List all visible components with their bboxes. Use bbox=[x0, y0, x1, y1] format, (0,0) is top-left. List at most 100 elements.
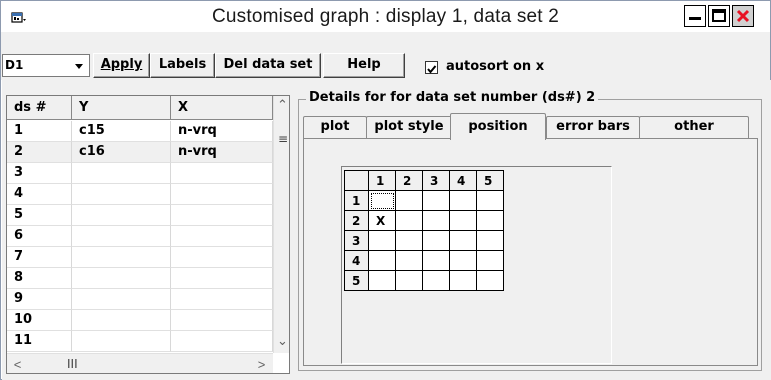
tab-position[interactable]: position bbox=[450, 113, 546, 140]
position-cell[interactable] bbox=[395, 270, 423, 291]
position-col-header: 3 bbox=[422, 170, 450, 191]
col-header-x[interactable]: X bbox=[171, 96, 273, 120]
autosort-checkbox[interactable] bbox=[425, 61, 438, 74]
position-cell[interactable] bbox=[476, 230, 504, 251]
app-window: Customised graph : display 1, data set 2… bbox=[0, 0, 771, 380]
cell-ds[interactable]: 4 bbox=[7, 184, 72, 205]
position-cell[interactable] bbox=[422, 210, 450, 231]
position-cell[interactable]: X bbox=[368, 210, 396, 231]
tab-plot-what[interactable]: plot what? bbox=[303, 116, 367, 153]
position-cell[interactable] bbox=[422, 230, 450, 251]
cell-x[interactable]: n-vrq bbox=[171, 142, 273, 163]
cell-x[interactable] bbox=[171, 268, 273, 289]
cell-y[interactable] bbox=[72, 268, 171, 289]
cell-x[interactable] bbox=[171, 310, 273, 331]
position-cell[interactable] bbox=[449, 210, 477, 231]
position-cell[interactable] bbox=[422, 250, 450, 271]
position-cell[interactable] bbox=[395, 190, 423, 211]
cell-ds[interactable]: 8 bbox=[7, 268, 72, 289]
hscroll-grip[interactable]: III bbox=[67, 357, 78, 371]
labels-label: Labels bbox=[158, 57, 207, 72]
position-cell[interactable] bbox=[449, 230, 477, 251]
cell-x[interactable]: n-vrq bbox=[171, 121, 273, 142]
chevron-down-icon[interactable] bbox=[70, 56, 88, 75]
horizontal-scrollbar[interactable]: < III > bbox=[7, 353, 273, 373]
cell-x[interactable] bbox=[171, 205, 273, 226]
cell-x[interactable] bbox=[171, 226, 273, 247]
apply-button[interactable]: Apply bbox=[93, 53, 150, 78]
position-col-header: 5 bbox=[476, 170, 504, 191]
close-button[interactable] bbox=[732, 5, 754, 27]
help-label: Help bbox=[347, 57, 381, 72]
position-cell[interactable] bbox=[476, 190, 504, 211]
display-select-value: D1 bbox=[5, 58, 24, 72]
position-cell[interactable] bbox=[422, 270, 450, 291]
cell-y[interactable] bbox=[72, 310, 171, 331]
tab-error-bars[interactable]: error bars bbox=[546, 116, 640, 138]
cell-y[interactable] bbox=[72, 163, 171, 184]
cell-y[interactable] bbox=[72, 289, 171, 310]
dataset-grid[interactable]: ds # Y X 1 c15 n-vrq 2 c16 n-vrq 3 4 5 6 7 8 9 10 11 ⌃… bbox=[6, 95, 290, 374]
cell-ds[interactable]: 2 bbox=[7, 142, 72, 163]
position-cell[interactable] bbox=[395, 250, 423, 271]
scroll-right-icon[interactable]: > bbox=[253, 356, 270, 373]
cell-ds[interactable]: 1 bbox=[7, 121, 72, 142]
cell-ds[interactable]: 9 bbox=[7, 289, 72, 310]
position-cell[interactable] bbox=[368, 230, 396, 251]
position-row-header: 4 bbox=[344, 250, 369, 271]
cell-x[interactable] bbox=[171, 247, 273, 268]
col-header-y[interactable]: Y bbox=[72, 96, 171, 120]
maximize-button[interactable] bbox=[708, 5, 730, 27]
cell-ds[interactable]: 3 bbox=[7, 163, 72, 184]
position-cell[interactable] bbox=[476, 270, 504, 291]
tab-plot-style[interactable]: plot style bbox=[366, 116, 452, 138]
cell-y[interactable] bbox=[72, 184, 171, 205]
cell-ds[interactable]: 5 bbox=[7, 205, 72, 226]
position-cell[interactable] bbox=[395, 210, 423, 231]
position-cell[interactable] bbox=[368, 190, 396, 211]
scroll-up-icon[interactable]: ⌃ bbox=[274, 96, 289, 113]
cell-y[interactable] bbox=[72, 247, 171, 268]
cell-y[interactable]: c16 bbox=[72, 142, 171, 163]
cell-x[interactable] bbox=[171, 184, 273, 205]
position-grid[interactable]: 1234512X345 bbox=[344, 170, 504, 291]
maximize-icon bbox=[712, 9, 726, 22]
minimize-icon bbox=[689, 17, 701, 20]
cell-y[interactable] bbox=[72, 331, 171, 352]
position-cell[interactable] bbox=[449, 270, 477, 291]
cell-ds[interactable]: 10 bbox=[7, 310, 72, 331]
cell-x[interactable] bbox=[171, 331, 273, 352]
apply-label: Apply bbox=[100, 57, 143, 72]
position-cell[interactable] bbox=[449, 250, 477, 271]
autosort-label[interactable]: autosort on x bbox=[446, 59, 544, 74]
cell-ds[interactable]: 11 bbox=[7, 331, 72, 352]
position-cell[interactable] bbox=[449, 190, 477, 211]
col-header-ds[interactable]: ds # bbox=[7, 96, 72, 120]
cell-y[interactable]: c15 bbox=[72, 121, 171, 142]
close-icon bbox=[736, 9, 750, 23]
position-grid-corner bbox=[344, 170, 369, 191]
help-button[interactable]: Help bbox=[323, 53, 405, 78]
labels-button[interactable]: Labels bbox=[150, 53, 215, 78]
scroll-thumb-grip-icon[interactable]: ≡ bbox=[278, 132, 288, 146]
tab-other[interactable]: other bbox=[639, 116, 749, 138]
cell-x[interactable] bbox=[171, 163, 273, 184]
cell-x[interactable] bbox=[171, 289, 273, 310]
checkmark-icon bbox=[427, 65, 437, 74]
cell-y[interactable] bbox=[72, 226, 171, 247]
position-cell[interactable] bbox=[476, 250, 504, 271]
position-cell[interactable] bbox=[368, 270, 396, 291]
position-cell[interactable] bbox=[422, 190, 450, 211]
scroll-down-icon[interactable]: ⌄ bbox=[274, 332, 289, 349]
position-cell[interactable] bbox=[395, 230, 423, 251]
position-cell[interactable] bbox=[368, 250, 396, 271]
minimize-button[interactable] bbox=[684, 5, 706, 27]
del-data-set-button[interactable]: Del data set bbox=[215, 53, 321, 78]
cell-ds[interactable]: 6 bbox=[7, 226, 72, 247]
vertical-scrollbar[interactable]: ⌃ ≡ ⌄ bbox=[273, 96, 289, 353]
cell-y[interactable] bbox=[72, 205, 171, 226]
display-select[interactable]: D1 bbox=[2, 54, 90, 77]
cell-ds[interactable]: 7 bbox=[7, 247, 72, 268]
scroll-left-icon[interactable]: < bbox=[9, 356, 26, 373]
position-cell[interactable] bbox=[476, 210, 504, 231]
